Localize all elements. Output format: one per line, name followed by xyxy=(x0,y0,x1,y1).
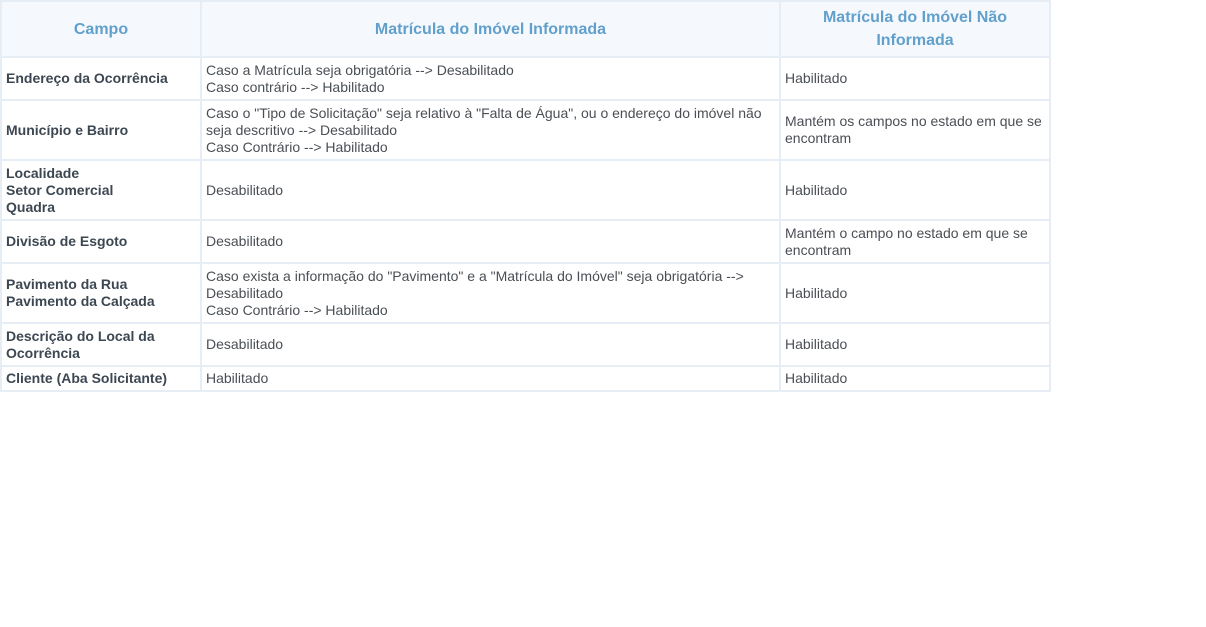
rule-line: Caso exista a informação do "Pavimento" … xyxy=(206,267,744,301)
table-row: Cliente (Aba Solicitante) Habilitado Hab… xyxy=(0,365,1051,392)
campo-line: Quadra xyxy=(6,198,56,215)
nao-informada-cell: Habilitado xyxy=(779,365,1051,392)
campo-cell: Cliente (Aba Solicitante) xyxy=(0,365,202,392)
table-row: Endereço da Ocorrência Caso a Matrícula … xyxy=(0,56,1051,101)
rule-line: Mantém os campos no estado em que se enc… xyxy=(785,113,1042,146)
informada-cell: Desabilitado xyxy=(200,159,781,221)
campo-line: Pavimento da Rua xyxy=(6,276,128,292)
informada-cell: Caso exista a informação do "Pavimento" … xyxy=(200,262,781,324)
table-row: Pavimento da Rua Pavimento da Calçada Ca… xyxy=(0,262,1051,324)
table-row: Divisão de Esgoto Desabilitado Mantém o … xyxy=(0,219,1051,264)
campo-cell: Localidade Setor Comercial Quadra xyxy=(0,159,202,221)
rule-line: Caso contrário --> Habilitado xyxy=(206,78,385,95)
table-row: Descrição do Local da Ocorrência Desabil… xyxy=(0,322,1051,367)
nao-informada-cell: Habilitado xyxy=(779,322,1051,367)
informada-cell: Desabilitado xyxy=(200,219,781,264)
rule-line: Habilitado xyxy=(785,336,848,352)
nao-informada-cell: Mantém os campos no estado em que se enc… xyxy=(779,99,1051,161)
rule-line: Mantém o campo no estado em que se encon… xyxy=(785,224,1028,258)
campo-line: Localidade xyxy=(6,164,80,181)
campo-cell: Pavimento da Rua Pavimento da Calçada xyxy=(0,262,202,324)
rule-line: Caso Contrário --> Habilitado xyxy=(206,138,388,155)
nao-informada-cell: Habilitado xyxy=(779,159,1051,221)
campo-line: Divisão de Esgoto xyxy=(6,233,128,249)
rule-line: Habilitado xyxy=(206,370,269,386)
informada-cell: Caso o "Tipo de Solicitação" seja relati… xyxy=(200,99,781,161)
campo-line: Cliente (Aba Solicitante) xyxy=(6,370,168,386)
header-matricula-informada: Matrícula do Imóvel Informada xyxy=(200,0,781,58)
rule-line: Habilitado xyxy=(785,370,848,386)
campo-line: Município e Bairro xyxy=(6,121,129,138)
header-campo: Campo xyxy=(0,0,202,58)
informada-cell: Habilitado xyxy=(200,365,781,392)
rule-line: Habilitado xyxy=(785,181,848,198)
rule-line: Caso Contrário --> Habilitado xyxy=(206,301,388,318)
campo-cell: Endereço da Ocorrência xyxy=(0,56,202,101)
informada-cell: Desabilitado xyxy=(200,322,781,367)
campo-line: Endereço da Ocorrência xyxy=(6,70,168,86)
table-row: Município e Bairro Caso o "Tipo de Solic… xyxy=(0,99,1051,161)
table-row: Localidade Setor Comercial Quadra Desabi… xyxy=(0,159,1051,221)
rule-line: Caso o "Tipo de Solicitação" seja relati… xyxy=(206,104,762,138)
nao-informada-cell: Mantém o campo no estado em que se encon… xyxy=(779,219,1051,264)
campo-cell: Divisão de Esgoto xyxy=(0,219,202,264)
rule-line: Desabilitado xyxy=(206,336,284,352)
header-row: Campo Matrícula do Imóvel Informada Matr… xyxy=(0,0,1051,58)
rule-line: Caso a Matrícula seja obrigatória --> De… xyxy=(206,61,514,78)
campo-line: Descrição do Local da Ocorrência xyxy=(6,327,155,361)
rule-line: Habilitado xyxy=(785,284,848,301)
rule-line: Desabilitado xyxy=(206,181,284,198)
campo-cell: Descrição do Local da Ocorrência xyxy=(0,322,202,367)
campo-line: Setor Comercial xyxy=(6,181,114,198)
campo-cell: Município e Bairro xyxy=(0,99,202,161)
nao-informada-cell: Habilitado xyxy=(779,56,1051,101)
informada-cell: Caso a Matrícula seja obrigatória --> De… xyxy=(200,56,781,101)
nao-informada-cell: Habilitado xyxy=(779,262,1051,324)
rule-line: Habilitado xyxy=(785,70,848,86)
rules-table: Campo Matrícula do Imóvel Informada Matr… xyxy=(0,0,1051,392)
campo-line: Pavimento da Calçada xyxy=(6,293,155,309)
header-matricula-nao-informada: Matrícula do Imóvel Não Informada xyxy=(779,0,1051,58)
rule-line: Desabilitado xyxy=(206,233,284,249)
